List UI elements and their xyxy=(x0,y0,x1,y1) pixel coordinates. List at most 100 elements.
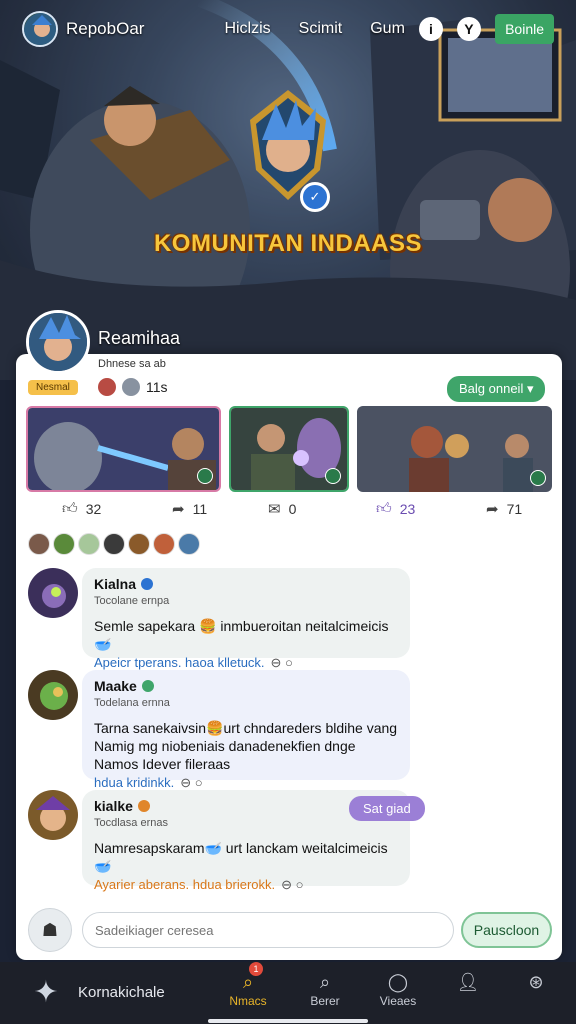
stat-value: 71 xyxy=(506,501,523,517)
comment-author[interactable]: Maake xyxy=(94,678,398,694)
comment-author-name: Kialna xyxy=(94,576,137,592)
verified-icon xyxy=(141,680,154,692)
hero-banner: RepobOar Hiclzis Scimit Gum i Y Boinle ✓… xyxy=(0,0,576,380)
comment-subtitle: Tocdlasa ernas xyxy=(94,817,168,829)
search-icon: ⌕ xyxy=(242,972,254,992)
star-logo-icon[interactable]: ✦ xyxy=(26,972,66,1012)
reaction-icons[interactable]: ⊖ ○ xyxy=(281,877,303,892)
comment-input[interactable] xyxy=(82,912,454,948)
stat-likes[interactable]: 👍︎ 32 xyxy=(62,500,101,518)
chat-icon: ◯ xyxy=(387,972,409,992)
brand-name: RepobOar xyxy=(66,19,145,38)
share-icon: ➦ xyxy=(172,501,185,518)
nav-tab-4[interactable]: 👤︎ xyxy=(438,972,498,994)
comment-avatar[interactable] xyxy=(28,790,78,840)
media-thumb-3[interactable] xyxy=(356,406,552,492)
emblem-icon xyxy=(98,378,116,396)
avatar[interactable] xyxy=(128,533,150,555)
share-icon: ➦ xyxy=(486,501,499,518)
nav-tab-3[interactable]: ◯ Vieaes xyxy=(368,972,428,1008)
top-action-button[interactable]: Boinle xyxy=(495,14,554,44)
stat-value: 0 xyxy=(288,501,297,517)
comment-author-name: kialke xyxy=(94,798,133,814)
comment-composer: ☗ Pauscloon xyxy=(28,908,552,952)
comment-link-row: Ayarier aberans. hdua brierokk. ⊖ ○ xyxy=(94,877,398,893)
avatar[interactable] xyxy=(178,533,200,555)
comment-avatar[interactable] xyxy=(28,670,78,720)
brand-avatar xyxy=(22,11,58,47)
nav-item-2[interactable]: Scimit xyxy=(299,20,343,38)
comment-link[interactable]: hdua kridinkk. xyxy=(94,775,174,790)
avatar[interactable] xyxy=(28,533,50,555)
comment-author[interactable]: Kialna xyxy=(94,576,398,592)
comment-link-row: Apeicr tperans. haoa klletuck. ⊖ ○ xyxy=(94,655,398,671)
post-button[interactable]: Pauscloon xyxy=(461,912,552,948)
settings-icon[interactable] xyxy=(122,378,140,396)
brand[interactable]: RepobOar xyxy=(22,11,144,47)
home-indicator xyxy=(208,1019,368,1023)
stat-shares-2[interactable]: ➦ 71 xyxy=(486,500,522,518)
comment-text: Tarna sanekaivsin🍔urt chndareders bldihe… xyxy=(94,720,398,772)
verified-icon xyxy=(137,800,150,812)
search-icon: ⌕ xyxy=(319,972,331,992)
follower-avatars xyxy=(28,533,200,555)
comment-link-row: hdua kridinkk. ⊖ ○ xyxy=(94,775,398,791)
comment-bubble: Maake Todelana ernna Tarna sanekaivsin🍔u… xyxy=(82,670,410,790)
avatar[interactable] xyxy=(153,533,175,555)
top-bar: RepobOar Hiclzis Scimit Gum i Y Boinle xyxy=(0,0,576,58)
verified-icon: ✓ xyxy=(300,182,330,212)
stat-value: 23 xyxy=(399,501,416,517)
profile-meta: 11s xyxy=(98,378,168,396)
comment-text: Semle sapekara 🍔 inmbueroitan neitalcime… xyxy=(94,618,389,652)
comment-subtitle: Tocolane ernpa xyxy=(94,595,170,607)
comment-link[interactable]: Ayarier aberans. hdua brierokk. xyxy=(94,877,275,892)
media-badge-icon xyxy=(530,470,546,486)
stat-value: 32 xyxy=(85,501,102,517)
reaction-icons[interactable]: ⊖ ○ xyxy=(180,775,202,790)
hero-title: KOMUNITAN INDAASS xyxy=(153,230,423,257)
user-avatar[interactable]: ☗ xyxy=(28,908,72,952)
stat-value: 11 xyxy=(192,501,208,517)
avatar[interactable] xyxy=(78,533,100,555)
profile-name: Reamihaa xyxy=(98,328,181,348)
stat-likes-2[interactable]: 👍︎ 23 xyxy=(376,500,415,518)
nav-tab-label: Nmacs xyxy=(229,994,267,1008)
stat-shares[interactable]: ➦ 11 xyxy=(172,500,207,518)
avatar[interactable] xyxy=(103,533,125,555)
like-icon: 👍︎ xyxy=(376,500,392,517)
comment-subtitle: Todelana ernna xyxy=(94,697,170,709)
comment-link[interactable]: Apeicr tperans. haoa klletuck. xyxy=(94,655,265,670)
comment-avatar[interactable] xyxy=(28,568,78,618)
nav-tab-5[interactable]: ⊛ xyxy=(506,972,566,994)
stats-row: 👍︎ 32 ➦ 11 ✉ 0 👍︎ 23 ➦ 71 xyxy=(0,500,576,522)
media-badge-icon xyxy=(324,468,341,484)
filter-dropdown-label: Balg onneil xyxy=(459,381,524,396)
nav-tab-label: Berer xyxy=(310,994,340,1008)
profile-subtitle: Dhnese sa ab xyxy=(98,358,166,370)
like-icon: 👍︎ xyxy=(62,500,78,517)
comment-action-button[interactable]: Sat giad xyxy=(349,796,425,821)
nav-tab-1[interactable]: ⌕ Nmacs xyxy=(218,972,278,1008)
profile-icon: 👤︎ xyxy=(456,972,480,992)
avatar[interactable] xyxy=(53,533,75,555)
nav-tab-2[interactable]: ⌕ Berer xyxy=(295,972,355,1008)
media-thumb-1[interactable] xyxy=(26,406,222,492)
top-nav: Hiclzis Scimit Gum xyxy=(224,20,404,38)
comment-text: Namresapskaram🥣 urt lanckam weitalcimeic… xyxy=(94,840,388,874)
info-icon[interactable]: i xyxy=(418,17,443,41)
notification-badge: 1 xyxy=(249,962,263,976)
y-icon[interactable]: Y xyxy=(456,17,481,41)
nav-item-3[interactable]: Gum xyxy=(370,20,405,38)
filter-dropdown[interactable]: Balg onneil ▾ xyxy=(447,376,546,402)
bottom-nav: ✦ Kornakichale ⌕ Nmacs ⌕ Berer ◯ Vieaes 👤︎ … xyxy=(0,962,576,1024)
media-thumb-2[interactable] xyxy=(229,406,349,492)
stat-messages[interactable]: ✉ 0 xyxy=(268,500,296,518)
nav-item-1[interactable]: Hiclzis xyxy=(224,20,270,38)
media-gallery xyxy=(26,406,552,492)
reaction-icons[interactable]: ⊖ ○ xyxy=(271,655,293,670)
bottom-title: Kornakichale xyxy=(78,984,165,1001)
profile-avatar[interactable] xyxy=(26,310,90,374)
profile-count: 11s xyxy=(146,379,168,395)
verified-icon xyxy=(141,578,154,590)
compass-icon: ⊛ xyxy=(528,972,544,992)
